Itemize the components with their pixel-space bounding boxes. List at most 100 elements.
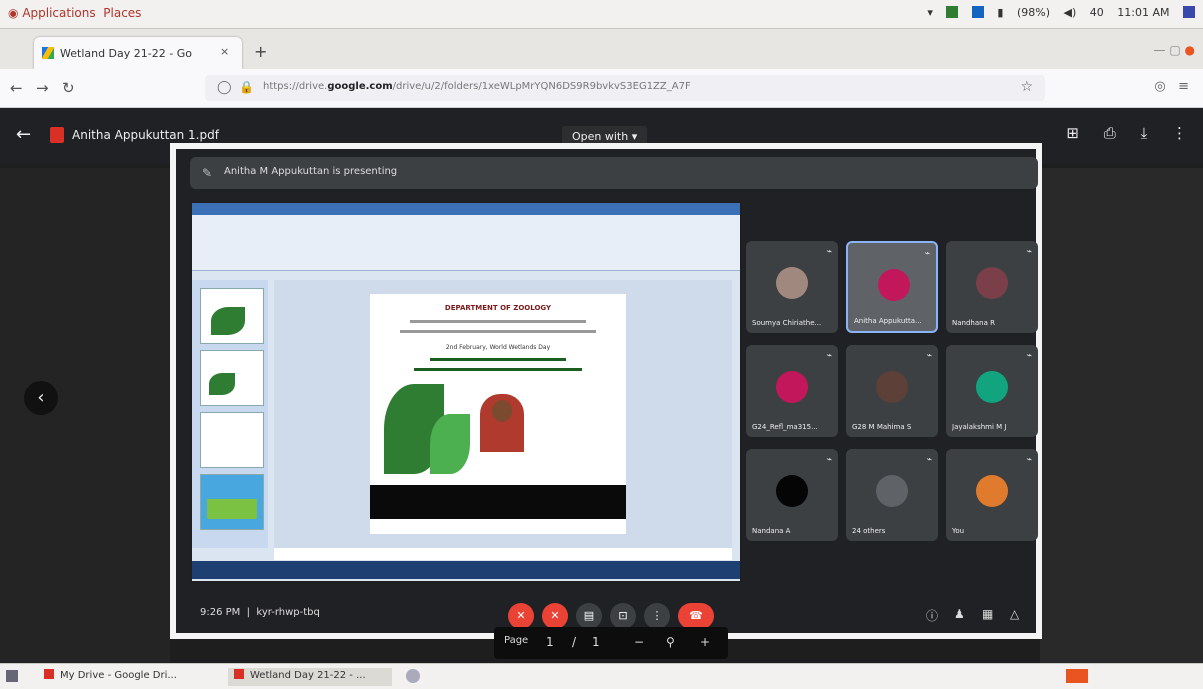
places-menu[interactable]: Places (103, 6, 141, 20)
bookmark-star-icon[interactable]: ☆ (1020, 79, 1033, 95)
page-number[interactable]: 1 (546, 635, 554, 649)
app-icon[interactable] (406, 669, 420, 683)
volume-icon[interactable]: ◀) (1064, 6, 1077, 19)
slide-thumbnail (200, 350, 264, 406)
download-icon[interactable]: ⤓ (1141, 124, 1148, 142)
browser-tab[interactable]: Wetland Day 21-22 - Go × (34, 37, 242, 69)
participant-name: Soumya Chiriathe... (752, 319, 822, 327)
participant-tile: ⌁ Nandhana R (946, 241, 1038, 333)
drive-sidebar-backdrop (0, 168, 170, 663)
participant-tile: ⌁ Nandana A (746, 449, 838, 541)
system-top-panel: ◉ Applications Places ▾ ▮ (98%) ◀) 40 11… (0, 0, 1203, 29)
ppt-notes (274, 548, 732, 560)
show-desktop-icon[interactable] (6, 670, 18, 682)
chat-icon: ▦ (982, 607, 994, 621)
clock[interactable]: 11:01 AM (1117, 6, 1169, 19)
shared-screen-powerpoint: DEPARTMENT OF ZOOLOGY 2nd February, Worl… (190, 201, 742, 583)
mic-icon: ⌁ (1026, 351, 1032, 361)
zoom-out-button[interactable]: − (634, 635, 644, 649)
ppt-ribbon (192, 215, 740, 271)
drive-right-backdrop (1040, 168, 1203, 663)
mic-icon: ⌁ (926, 351, 932, 361)
add-comment-icon[interactable]: ⊞ (1066, 124, 1079, 142)
app-menu[interactable]: ◉ Applications Places (8, 6, 141, 20)
participant-avatar (976, 475, 1008, 507)
zoom-icon[interactable]: ⚲ (666, 635, 675, 649)
page-label: Page (504, 635, 529, 646)
preview-actions: ⊞ ⎙ ⤓ ⋮ (1046, 124, 1187, 142)
workspace-indicator[interactable] (1066, 669, 1088, 683)
more-options-icon[interactable]: ⋮ (1172, 124, 1187, 142)
participant-avatar (876, 475, 908, 507)
ppt-slide-thumbnails (192, 280, 268, 548)
network-icon[interactable]: ▾ (927, 6, 933, 19)
meet-bottom-bar: 9:26 PM | kyr-rhwp-tbq ✕ ✕ ▤ ⊡ ⋮ ☎ ⓘ ♟ ▦… (190, 597, 1038, 631)
participant-name: G28 M Mahima S (852, 423, 912, 431)
activities-icon: △ (1010, 607, 1020, 621)
back-arrow-icon[interactable]: ← (10, 79, 23, 97)
toolbar-right-icons[interactable]: ◎ ≡ (1154, 79, 1189, 94)
mic-icon: ⌁ (826, 247, 832, 257)
slide-title-line (430, 358, 566, 361)
presenting-banner: ✎ Anitha M Appukuttan is presenting (190, 157, 1038, 189)
tab-close-button[interactable]: × (220, 45, 229, 58)
file-name: Anitha Appukuttan 1.pdf (72, 128, 219, 142)
slide-title-line (414, 368, 582, 371)
leaf-graphic (430, 414, 470, 474)
participant-avatar (976, 371, 1008, 403)
address-bar[interactable]: ◯ 🔒 https://drive.google.com/drive/u/2/f… (205, 75, 1045, 101)
page-separator: / (572, 635, 577, 649)
participant-name: Jayalakshmi M J (952, 423, 1007, 431)
system-taskbar: My Drive - Google Dri... Wetland Day 21-… (0, 663, 1203, 689)
tab-title: Wetland Day 21-22 - Go (60, 47, 192, 60)
forward-arrow-icon[interactable]: → (36, 79, 49, 97)
present-icon: ✎ (202, 166, 213, 180)
lock-icon[interactable]: 🔒 (239, 80, 254, 94)
slide-header: DEPARTMENT OF ZOOLOGY (444, 304, 552, 312)
mic-icon: ⌁ (1026, 455, 1032, 465)
page-zoom-bar: Page 1 / 1 − ⚲ + (494, 627, 728, 659)
participant-tile: ⌁ You (946, 449, 1038, 541)
shield-icon[interactable]: ◯ (217, 80, 232, 95)
camera-off-icon: ✕ (542, 603, 568, 629)
participant-name: Nandana A (752, 527, 791, 535)
window-controls[interactable]: — ▢ ● (1154, 43, 1195, 57)
participant-avatar (876, 371, 908, 403)
taskbar-item-wetland[interactable]: Wetland Day 21-22 - ... (228, 668, 392, 686)
system-tray: ▾ ▮ (98%) ◀) 40 11:01 AM (917, 6, 1195, 19)
google-drive-icon (42, 47, 54, 59)
battery-icon[interactable]: ▮ (997, 6, 1003, 19)
bluetooth-icon[interactable] (971, 6, 984, 18)
participant-tile: ⌁ Anitha Appukutta... (846, 241, 938, 333)
participant-tile: ⌁ Soumya Chiriathe... (746, 241, 838, 333)
slide-date-line: 2nd February, World Wetlands Day (445, 344, 551, 351)
participant-tile: ⌁ 24 others (846, 449, 938, 541)
participant-avatar (976, 267, 1008, 299)
slide-thumbnail (200, 288, 264, 344)
participant-name: Anitha Appukutta... (854, 317, 922, 325)
new-tab-button[interactable]: + (254, 42, 267, 61)
volume-level: 40 (1089, 6, 1104, 19)
participant-name: G24_Refl_ma315... (752, 423, 818, 431)
leave-call-icon: ☎ (678, 603, 714, 629)
close-preview-arrow-icon[interactable]: ← (16, 124, 31, 145)
previous-file-button[interactable]: ‹ (24, 381, 58, 415)
slide-text-line (410, 320, 586, 323)
speaker-photo (480, 394, 524, 452)
url-text[interactable]: https://drive.google.com/drive/u/2/folde… (263, 81, 691, 92)
participant-avatar (776, 267, 808, 299)
pdf-file-icon (50, 127, 64, 143)
app-indicator-icon[interactable] (946, 6, 959, 18)
redacted-block (370, 485, 626, 519)
power-icon[interactable] (1183, 6, 1195, 18)
participant-avatar (776, 371, 808, 403)
participant-avatar (878, 269, 910, 301)
taskbar-item-mydrive[interactable]: My Drive - Google Dri... (38, 668, 216, 686)
zoom-in-button[interactable]: + (700, 635, 710, 649)
current-slide: DEPARTMENT OF ZOOLOGY 2nd February, Worl… (370, 294, 626, 534)
print-icon[interactable]: ⎙ (1104, 124, 1116, 142)
reload-icon[interactable]: ↻ (62, 79, 75, 97)
battery-percent: (98%) (1016, 6, 1051, 19)
windows-taskbar (192, 561, 740, 579)
slide-text-line (400, 330, 596, 333)
